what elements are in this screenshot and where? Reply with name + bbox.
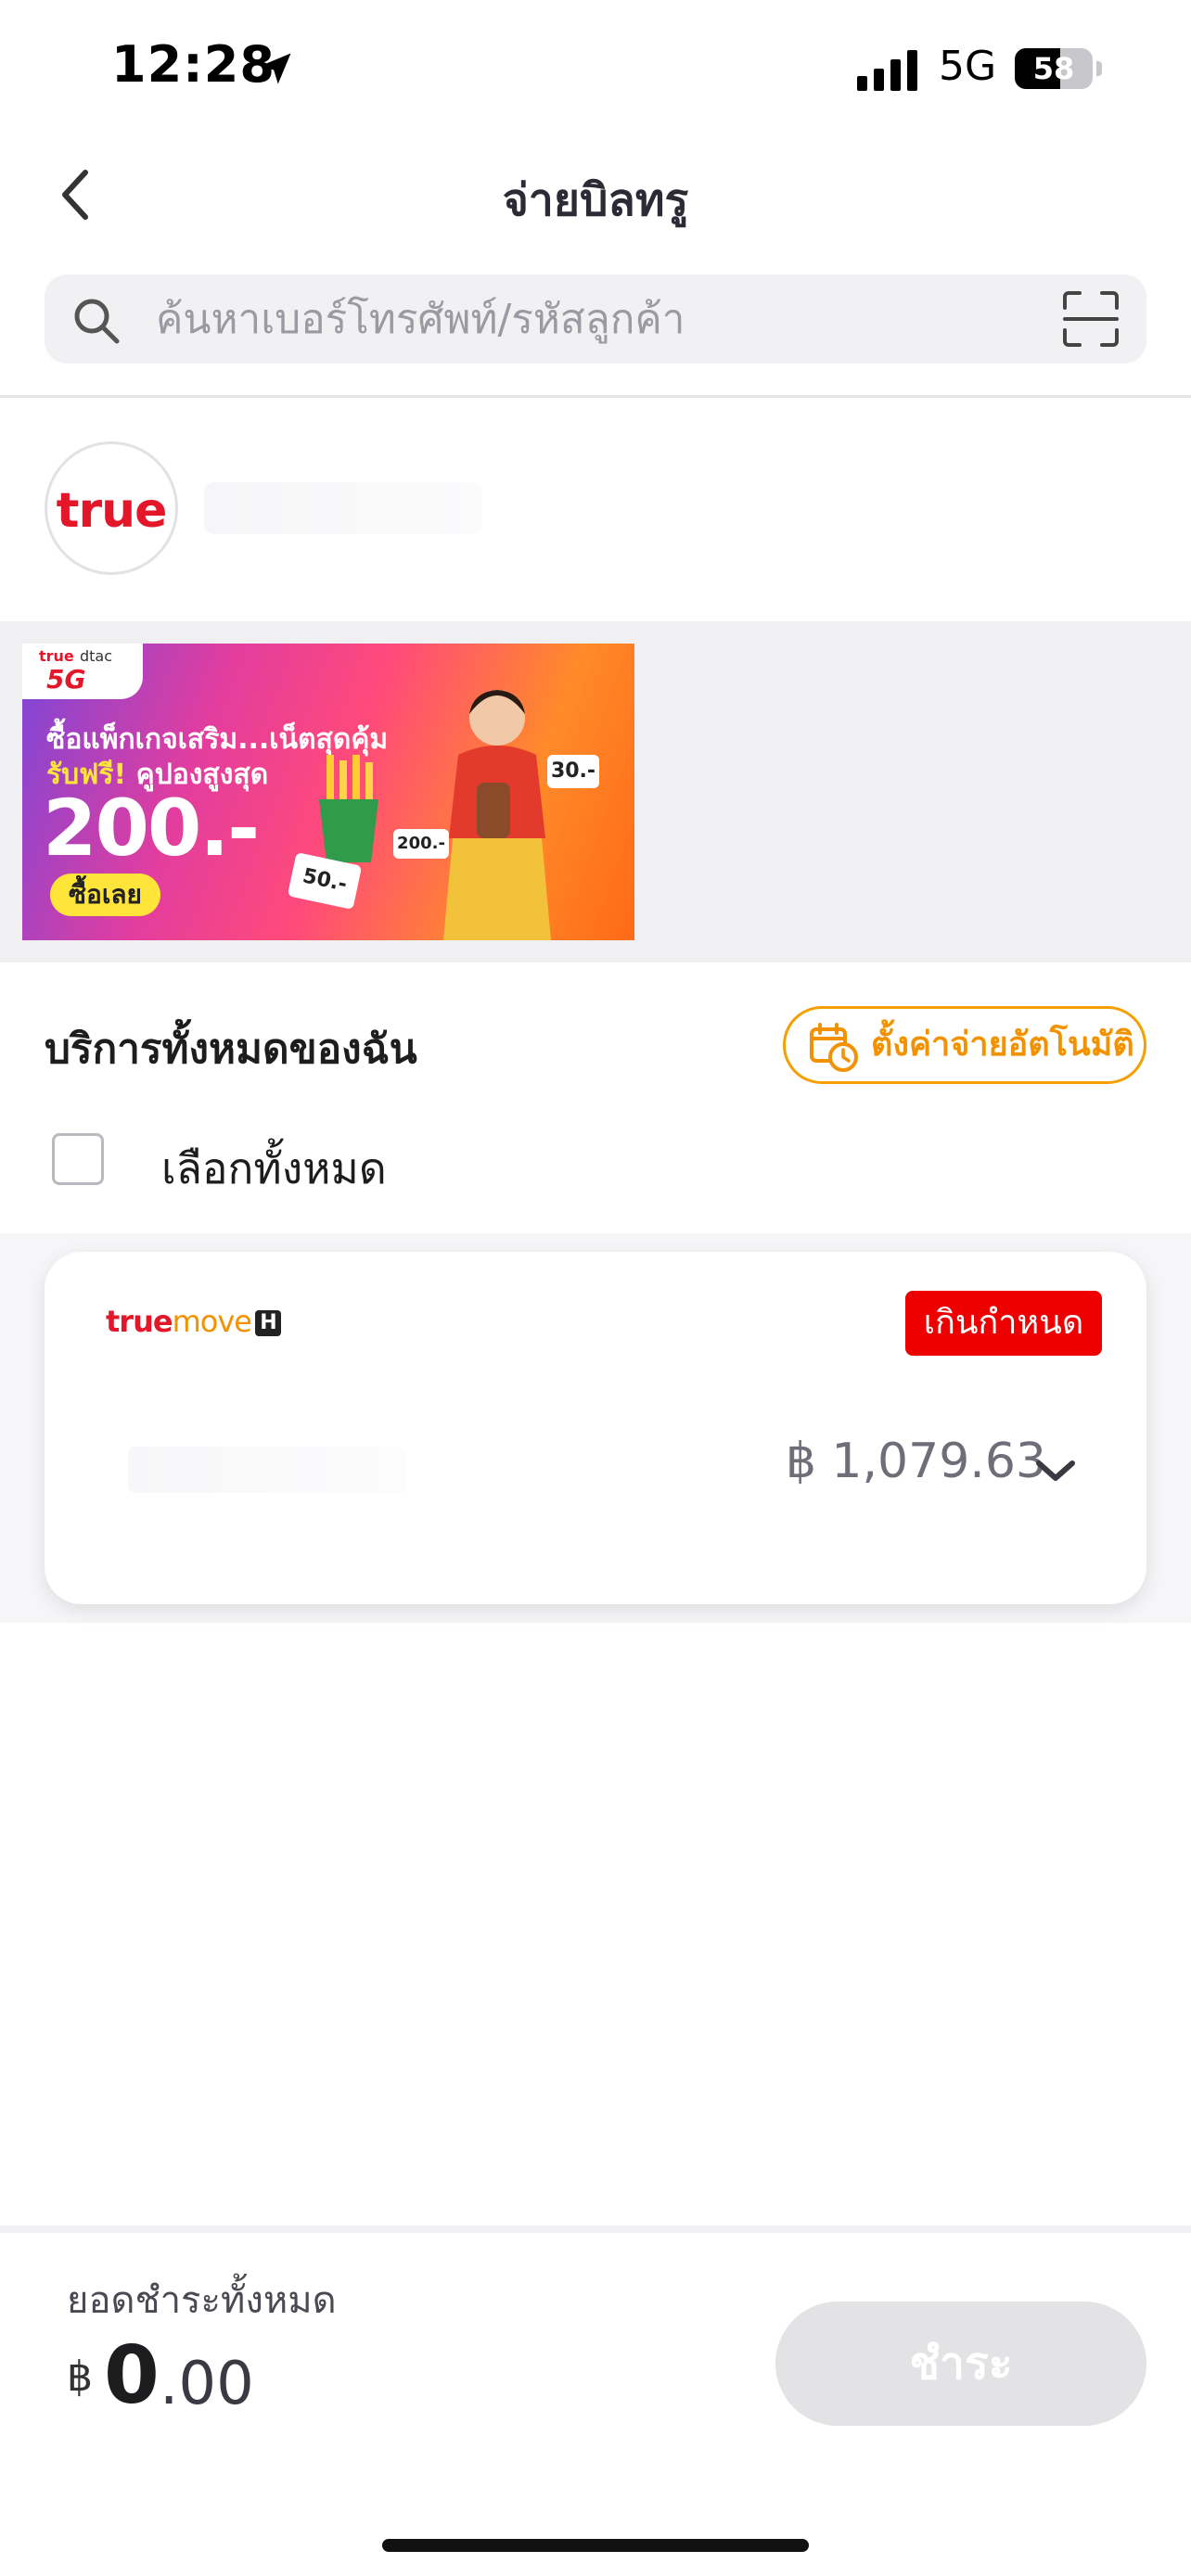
- page-title: จ่ายบิลทรู: [502, 174, 689, 226]
- promo-buy-button[interactable]: ซื้อเลย: [50, 874, 160, 916]
- home-indicator[interactable]: [382, 2539, 809, 2552]
- promo-logo-5g: 5G: [46, 664, 86, 695]
- logo-h: H: [254, 1310, 281, 1336]
- masked-phone-number: [128, 1447, 406, 1493]
- bill-amount: ฿ 1,079.63: [785, 1434, 1046, 1489]
- overdue-badge: เกินกำหนด: [905, 1291, 1102, 1356]
- calendar-clock-icon: [810, 1023, 858, 1072]
- masked-account-name: [204, 482, 482, 534]
- network-type: 5G: [939, 43, 997, 90]
- total-currency: ฿: [67, 2353, 93, 2401]
- promo-banner[interactable]: true dtac 5G ซื้อแพ็กเกจเสริม...เน็ตสุดค…: [22, 644, 634, 940]
- cellular-signal-icon: [857, 50, 917, 91]
- header-divider: [0, 395, 1191, 398]
- promo-logo-true: true: [39, 647, 74, 665]
- fries-illustration: [319, 755, 378, 862]
- status-time: 12:28: [111, 35, 275, 94]
- status-bar: 12:28 5G 58: [0, 0, 1191, 139]
- promo-brand-logo: true dtac 5G: [22, 644, 143, 699]
- footer-divider: [0, 2225, 1191, 2233]
- battery-percent: 58: [1032, 51, 1075, 86]
- search-input[interactable]: [154, 274, 989, 363]
- autopay-label: ตั้งค่าจ่ายอัตโนมัติ: [871, 1026, 1134, 1064]
- promo-logo-dtac: dtac: [80, 647, 113, 665]
- scan-icon[interactable]: [1061, 289, 1121, 349]
- bill-card[interactable]: truemove H เกินกำหนด ฿ 1,079.63: [45, 1252, 1146, 1604]
- search-bar[interactable]: [45, 274, 1146, 363]
- autopay-settings-button[interactable]: ตั้งค่าจ่ายอัตโนมัติ: [783, 1006, 1146, 1084]
- truemove-h-logo: truemove H: [106, 1304, 281, 1339]
- total-label: ยอดชำระทั้งหมด: [67, 2279, 337, 2322]
- account-row[interactable]: true: [0, 399, 1191, 621]
- battery-icon: 58: [1015, 48, 1093, 89]
- promo-model-illustration: [443, 690, 551, 940]
- nav-header: จ่ายบิลทรู: [0, 139, 1191, 250]
- total-amount-integer: 0: [104, 2329, 160, 2422]
- coupon-tag-200: 200.-: [393, 829, 449, 859]
- search-icon: [74, 299, 120, 344]
- logo-true: true: [106, 1304, 173, 1339]
- services-title: บริการทั้งหมดของฉัน: [45, 1026, 417, 1073]
- promo-area: true dtac 5G ซื้อแพ็กเกจเสริม...เน็ตสุดค…: [0, 621, 1191, 963]
- total-amount-decimal: .00: [160, 2350, 254, 2418]
- battery-tip: [1096, 61, 1102, 76]
- pay-button[interactable]: ชำระ: [775, 2302, 1146, 2426]
- true-logo-avatar: true: [45, 441, 178, 575]
- payment-footer: ยอดชำระทั้งหมด ฿ 0 .00 ชำระ: [0, 2233, 1191, 2576]
- promo-amount: 200.-: [43, 783, 260, 874]
- select-all-label[interactable]: เลือกทั้งหมด: [161, 1135, 387, 1203]
- true-logo-text: true: [56, 483, 168, 539]
- select-all-checkbox[interactable]: [52, 1133, 104, 1185]
- chevron-down-icon[interactable]: [1028, 1443, 1083, 1498]
- coupon-tag-30: 30.-: [547, 755, 599, 788]
- logo-move: move: [172, 1304, 252, 1339]
- location-arrow-icon: [260, 53, 291, 84]
